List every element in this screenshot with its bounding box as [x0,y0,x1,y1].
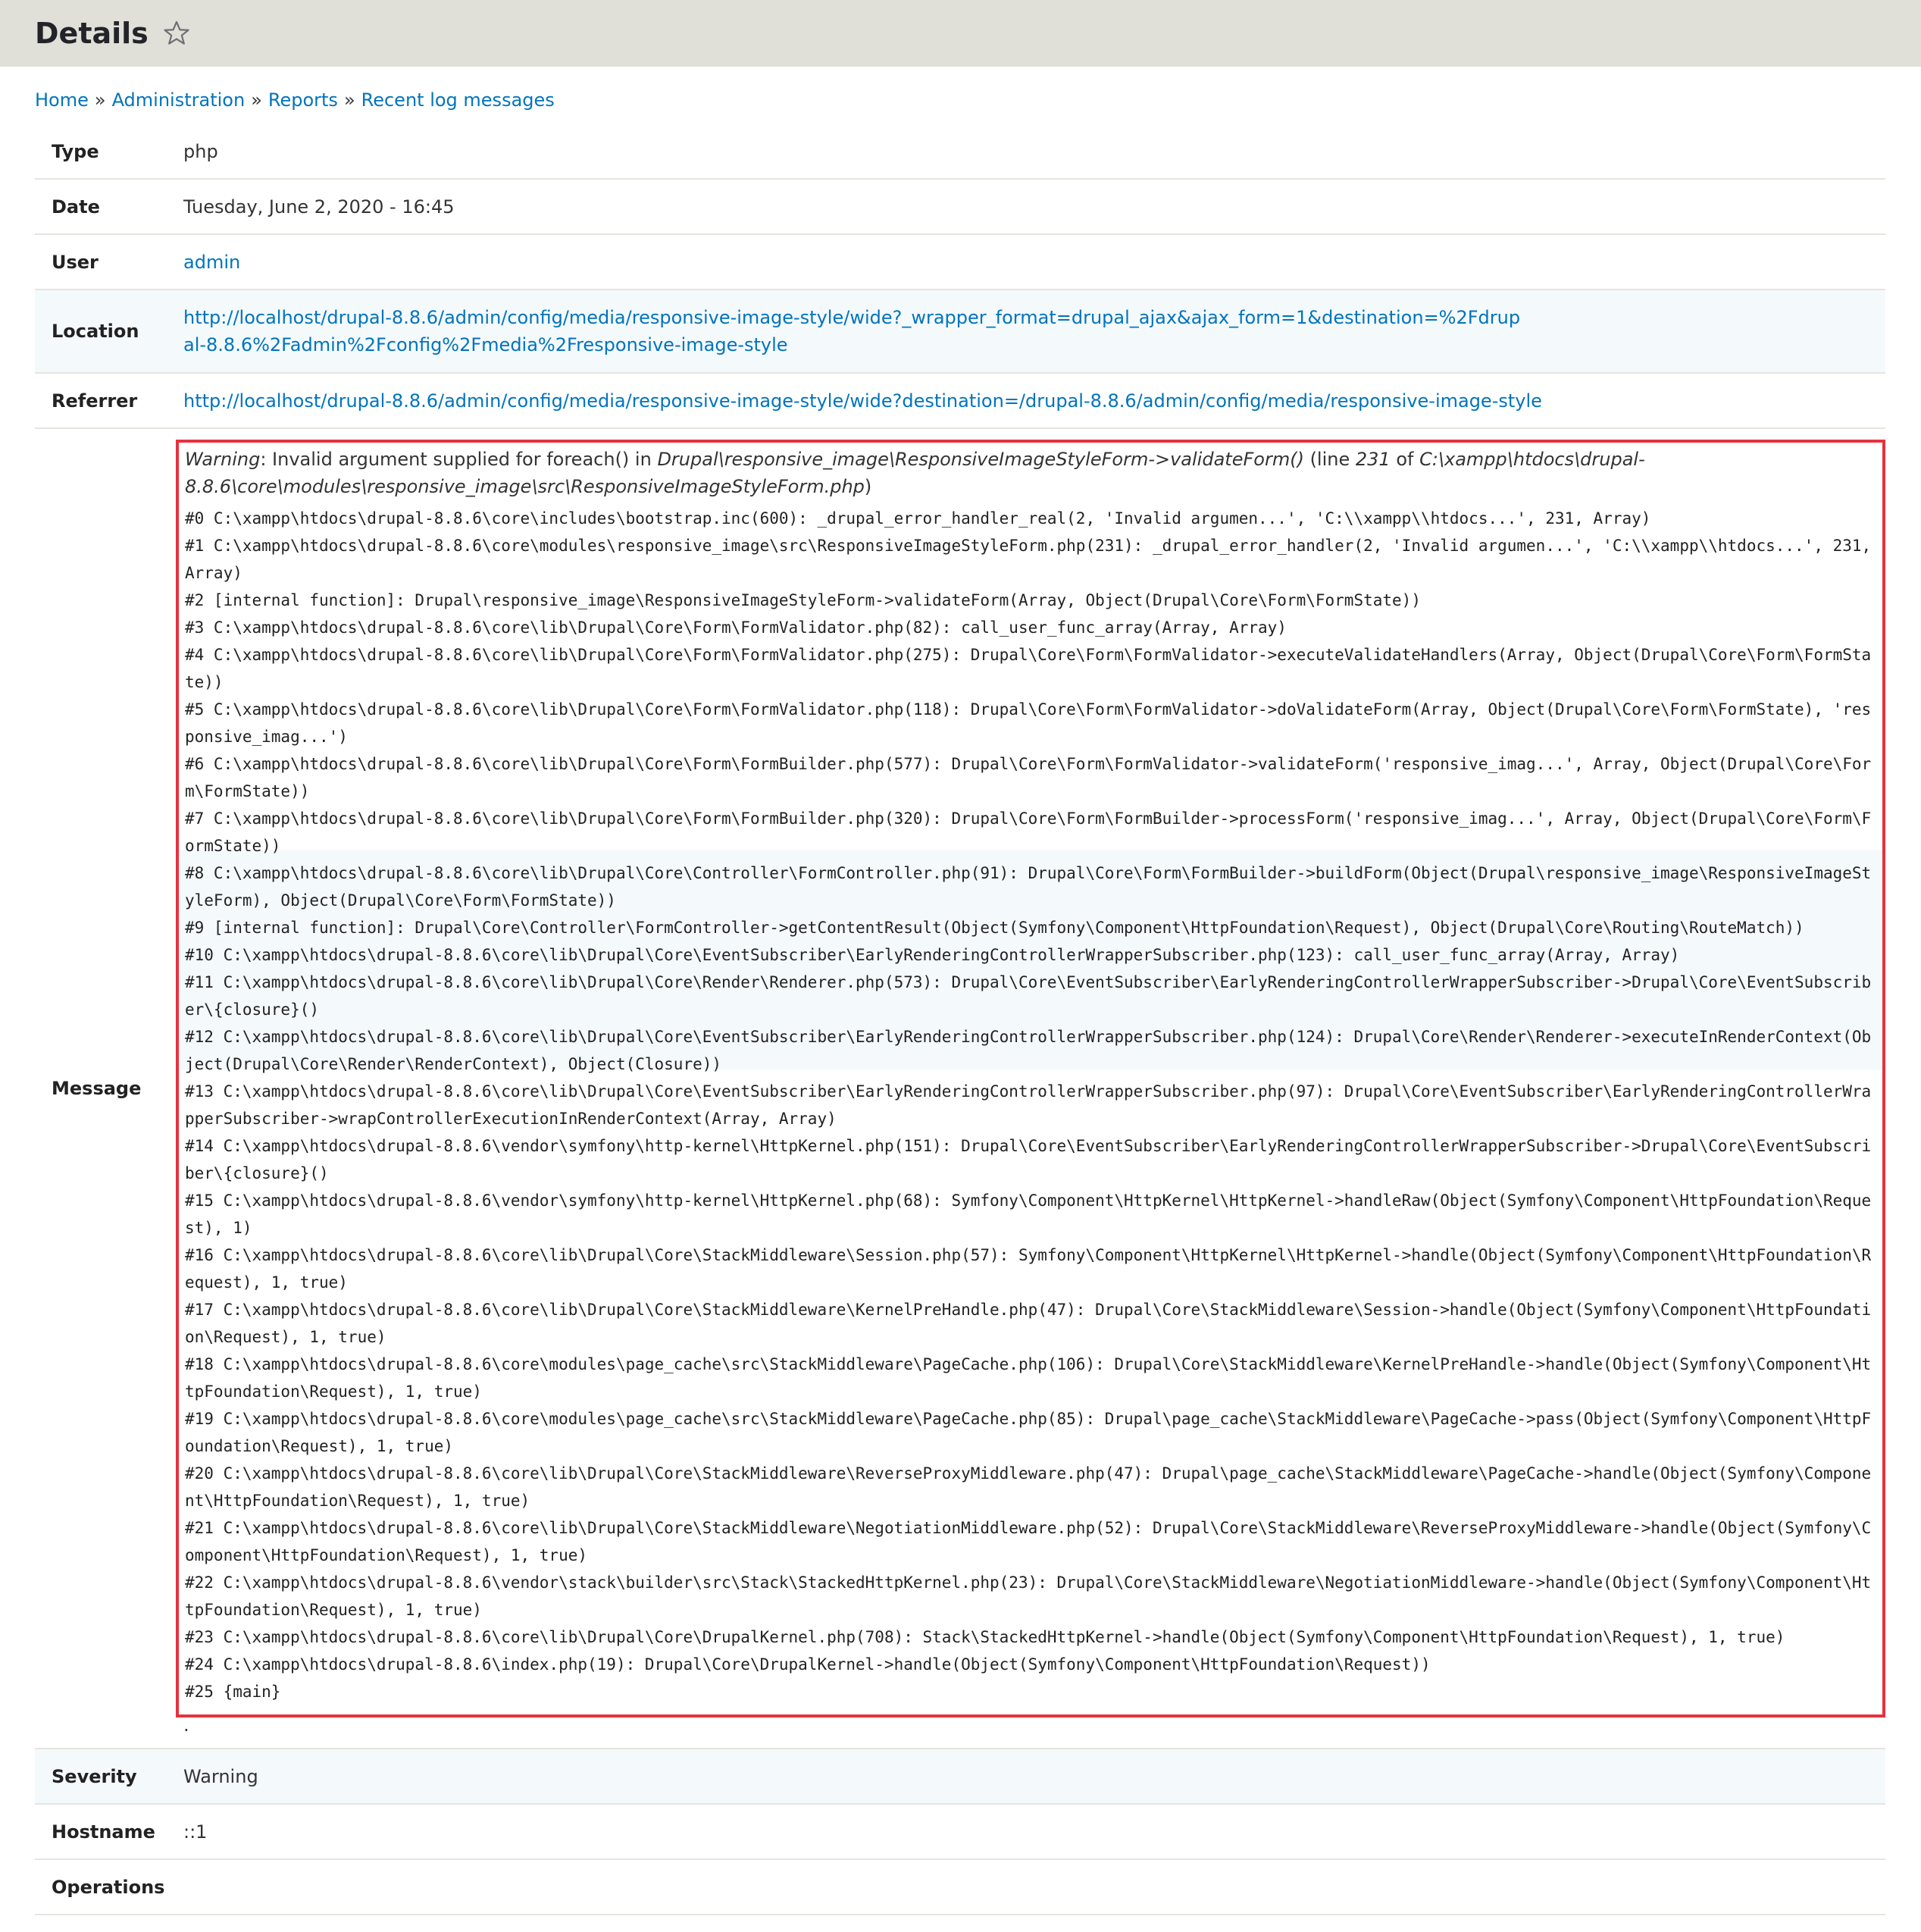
breadcrumb: Home» Administration» Reports» Recent log m… [35,89,555,111]
stack-trace-line: #24 C:\xampp\htdocs\drupal-8.8.6\index.p… [185,1655,1431,1674]
operations-value [183,1859,1885,1915]
breadcrumb-separator: » [343,89,355,111]
message-highlight-box: Warning: Invalid argument supplied for f… [176,440,1885,1718]
row-operations: Operations [35,1859,1885,1915]
stack-trace-line: #2 [internal function]: Drupal\responsiv… [185,591,1421,609]
star-outline-icon[interactable] [162,19,191,48]
stack-trace-line: #23 C:\xampp\htdocs\drupal-8.8.6\core\li… [185,1628,1785,1646]
stack-trace-line: #19 C:\xampp\htdocs\drupal-8.8.6\core\mo… [185,1410,1872,1455]
message-label: Message [35,428,183,1749]
warning-summary: Warning: Invalid argument supplied for f… [185,446,1876,500]
warning-text: : Invalid argument supplied for foreach(… [260,449,658,470]
stack-trace-line: #6 C:\xampp\htdocs\drupal-8.8.6\core\lib… [185,755,1872,800]
stack-trace-line: #21 C:\xampp\htdocs\drupal-8.8.6\core\li… [185,1519,1872,1564]
page-title: Details [35,17,149,50]
row-hostname: Hostname ::1 [35,1804,1885,1860]
breadcrumb-separator: » [251,89,262,111]
stack-trace-line: #25 {main} [185,1683,281,1701]
row-severity: Severity Warning [35,1749,1885,1805]
stack-trace-line: #5 C:\xampp\htdocs\drupal-8.8.6\core\lib… [185,700,1872,746]
log-details-table: Type php Date Tuesday, June 2, 2020 - 16… [35,124,1885,1915]
user-label: User [35,234,183,290]
stack-trace-line: #14 C:\xampp\htdocs\drupal-8.8.6\vendor\… [185,1137,1872,1182]
stack-trace-line: #22 C:\xampp\htdocs\drupal-8.8.6\vendor\… [185,1573,1872,1619]
stack-trace-line: #8 C:\xampp\htdocs\drupal-8.8.6\core\lib… [185,864,1872,910]
stack-trace-line: #11 C:\xampp\htdocs\drupal-8.8.6\core\li… [185,973,1872,1019]
stack-trace-line: #18 C:\xampp\htdocs\drupal-8.8.6\core\mo… [185,1355,1872,1401]
hostname-label: Hostname [35,1804,183,1860]
stack-trace-line: #10 C:\xampp\htdocs\drupal-8.8.6\core\li… [185,946,1680,964]
referrer-link[interactable]: http://localhost/drupal-8.8.6/admin/conf… [183,390,1542,412]
stack-trace-line: #17 C:\xampp\htdocs\drupal-8.8.6\core\li… [185,1301,1872,1346]
stack-trace-line: #1 C:\xampp\htdocs\drupal-8.8.6\core\mod… [185,537,1881,582]
breadcrumb-reports[interactable]: Reports [268,89,338,111]
breadcrumb-recent-log-messages[interactable]: Recent log messages [361,89,555,111]
type-label: Type [35,124,183,180]
operations-label: Operations [35,1859,183,1915]
stack-trace-line: #9 [internal function]: Drupal\Core\Cont… [185,919,1804,937]
date-value: Tuesday, June 2, 2020 - 16:45 [183,179,1885,235]
row-message: Message Warning: Invalid argument suppli… [35,428,1885,1749]
user-link[interactable]: admin [183,252,240,273]
stack-trace-line: #12 C:\xampp\htdocs\drupal-8.8.6\core\li… [185,1028,1872,1073]
stack-trace-line: #16 C:\xampp\htdocs\drupal-8.8.6\core\li… [185,1246,1872,1292]
hostname-value: ::1 [183,1804,1885,1860]
message-trailing-period: . [183,1714,189,1736]
row-location: Location http://localhost/drupal-8.8.6/a… [35,290,1885,374]
warning-line-pre: (line [1303,449,1356,470]
stack-trace-line: #15 C:\xampp\htdocs\drupal-8.8.6\vendor\… [185,1191,1872,1237]
stack-trace-line: #0 C:\xampp\htdocs\drupal-8.8.6\core\inc… [185,509,1651,528]
row-user: User admin [35,234,1885,290]
warning-function: Drupal\responsive_image\ResponsiveImageS… [657,449,1304,470]
stack-trace-line: #20 C:\xampp\htdocs\drupal-8.8.6\core\li… [185,1464,1872,1510]
warning-line: 231 [1355,449,1391,470]
stack-trace-line: #13 C:\xampp\htdocs\drupal-8.8.6\core\li… [185,1082,1872,1128]
date-label: Date [35,179,183,235]
warning-close: ) [864,476,872,497]
warning-of: of [1390,449,1420,470]
warning-prefix: Warning [185,449,261,470]
breadcrumb-administration[interactable]: Administration [112,89,246,111]
row-referrer: Referrer http://localhost/drupal-8.8.6/a… [35,373,1885,429]
severity-value: Warning [183,1749,1885,1805]
row-date: Date Tuesday, June 2, 2020 - 16:45 [35,179,1885,235]
row-type: Type php [35,124,1885,180]
location-link[interactable]: http://localhost/drupal-8.8.6/admin/conf… [183,304,1529,359]
referrer-label: Referrer [35,373,183,429]
severity-label: Severity [35,1749,183,1805]
location-label: Location [35,290,183,374]
stack-trace-line: #7 C:\xampp\htdocs\drupal-8.8.6\core\lib… [185,809,1872,855]
breadcrumb-separator: » [94,89,106,111]
stack-trace-line: #4 C:\xampp\htdocs\drupal-8.8.6\core\lib… [185,646,1872,691]
stack-trace-line: #3 C:\xampp\htdocs\drupal-8.8.6\core\lib… [185,618,1287,637]
breadcrumb-home[interactable]: Home [35,89,89,111]
stack-trace: #0 C:\xampp\htdocs\drupal-8.8.6\core\inc… [185,505,1876,1705]
type-value: php [183,124,1885,180]
page-header: Details [0,0,1921,67]
